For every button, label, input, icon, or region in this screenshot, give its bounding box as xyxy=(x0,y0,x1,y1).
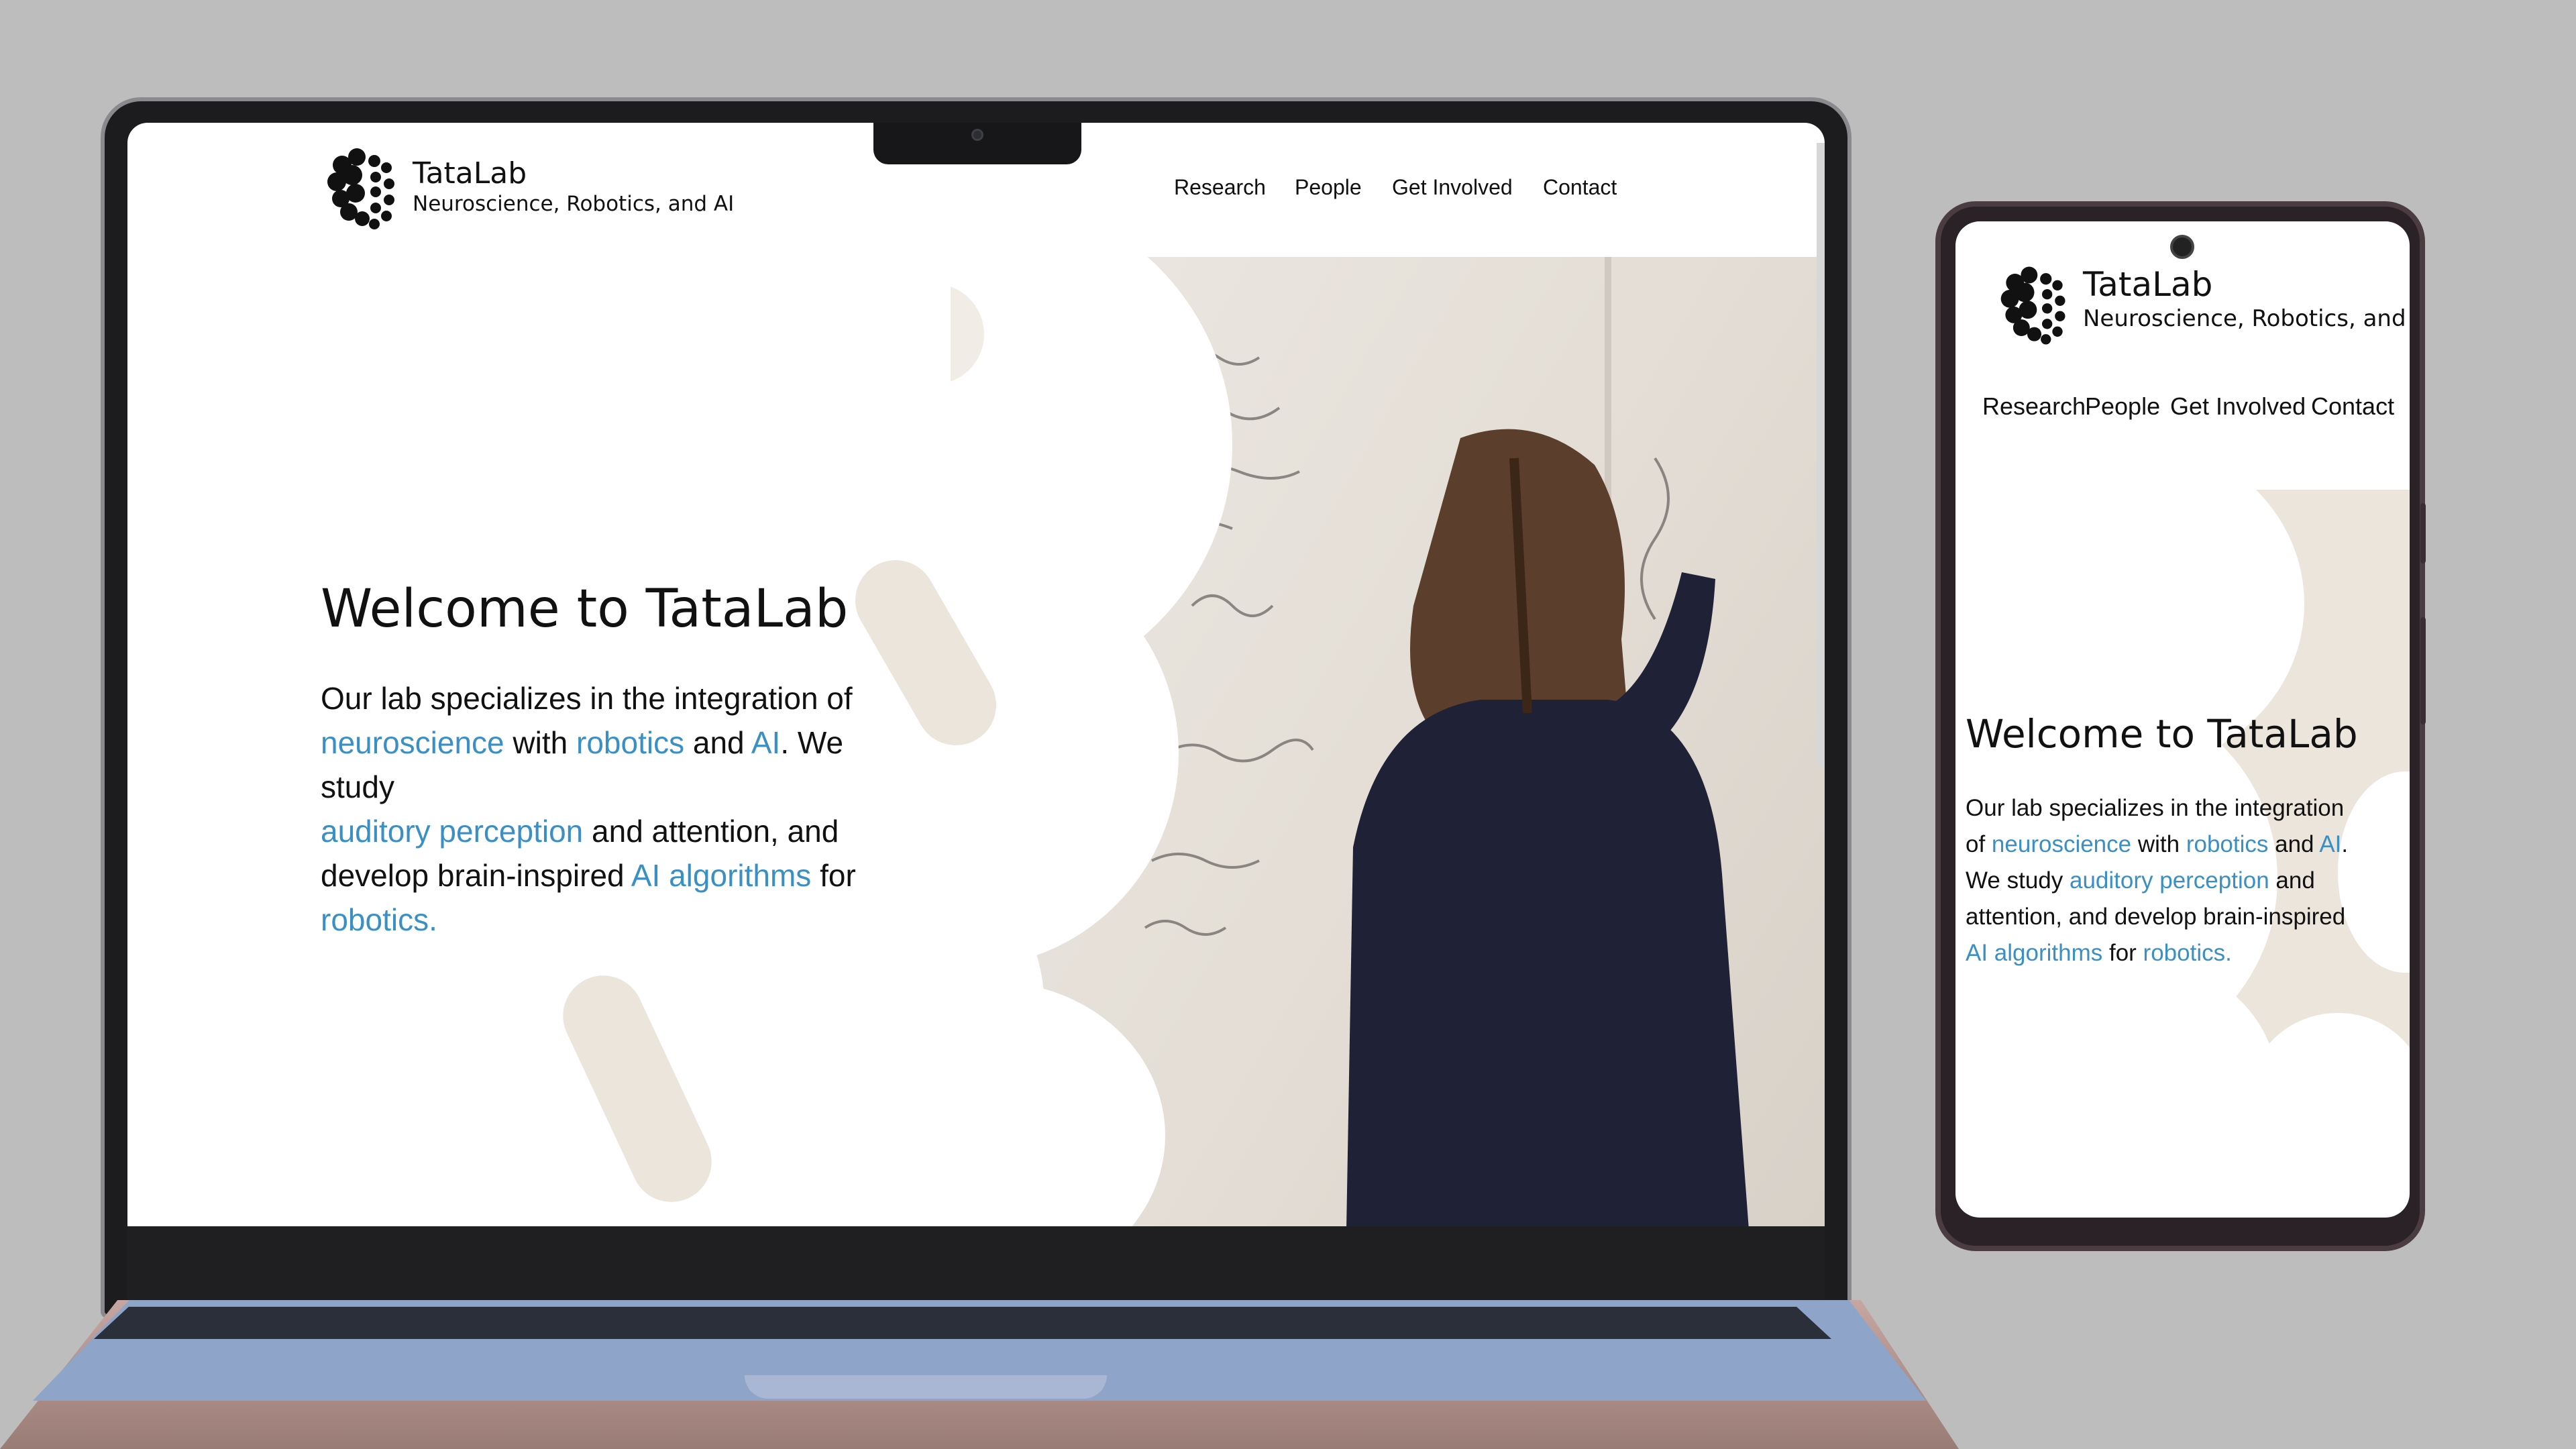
link-ai[interactable]: AI xyxy=(751,725,780,760)
link-auditory-perception[interactable]: auditory perception xyxy=(321,814,583,849)
hero-text: We study xyxy=(1966,867,2070,894)
link-robotics-end[interactable]: robotics. xyxy=(321,902,437,937)
person-photo xyxy=(1346,429,1749,1226)
brand-subtitle: Neuroscience, Robotics, and AI xyxy=(413,192,735,216)
link-ai-algorithms[interactable]: AI algorithms xyxy=(631,858,811,893)
hero-text: and xyxy=(684,725,751,760)
hero-paragraph: Our lab specializes in the integration o… xyxy=(321,676,924,942)
hero-text: develop brain-inspired xyxy=(321,858,631,893)
keyboard xyxy=(94,1307,1831,1339)
link-auditory-perception[interactable]: auditory perception xyxy=(2070,867,2269,894)
nav-get-involved[interactable]: Get Involved xyxy=(1392,175,1513,200)
hero-text: and xyxy=(2269,867,2315,894)
nav-people[interactable]: People xyxy=(1295,175,1362,200)
hero-text: and attention, and xyxy=(583,814,839,849)
brand-title[interactable]: TataLab xyxy=(2083,265,2212,304)
scrollbar[interactable] xyxy=(1817,143,1825,767)
hero-text: . xyxy=(2341,831,2349,857)
brain-logo-icon[interactable] xyxy=(322,145,402,232)
link-ai-algorithms[interactable]: AI algorithms xyxy=(1966,940,2102,966)
hero-text: Our lab specializes in the integration o… xyxy=(321,681,853,716)
phone-button xyxy=(2420,503,2426,564)
hero-image xyxy=(951,257,1825,1226)
hero-text: for xyxy=(2102,940,2143,966)
hero-text: and xyxy=(2268,831,2320,857)
camera-icon xyxy=(971,129,983,141)
hero-text: of xyxy=(1966,831,1992,857)
laptop-screen: TataLab Neuroscience, Robotics, and AI R… xyxy=(127,123,1825,1226)
brand-subtitle: Neuroscience, Robotics, and AI xyxy=(2083,305,2410,332)
nav-contact[interactable]: Contact xyxy=(2311,392,2394,421)
laptop-bezel xyxy=(127,1226,1825,1300)
nav-research[interactable]: Research xyxy=(1982,392,2086,421)
hero-text: attention, and develop brain-inspired xyxy=(1966,904,2346,930)
decor-shape xyxy=(549,962,725,1216)
nav-people[interactable]: People xyxy=(2085,392,2160,421)
link-neuroscience[interactable]: neuroscience xyxy=(321,725,504,760)
camera-icon xyxy=(2170,235,2194,259)
phone-screen: TataLab Neuroscience, Robotics, and AI R… xyxy=(1955,221,2410,1218)
brand-title[interactable]: TataLab xyxy=(413,156,527,191)
nav-contact[interactable]: Contact xyxy=(1543,175,1617,200)
link-ai[interactable]: AI xyxy=(2319,831,2341,857)
link-robotics-end[interactable]: robotics. xyxy=(2143,940,2232,966)
hero-text: Our lab specializes in the integration xyxy=(1966,795,2345,821)
link-robotics[interactable]: robotics xyxy=(576,725,684,760)
nav-get-involved[interactable]: Get Involved xyxy=(2170,392,2306,421)
brain-logo-icon[interactable] xyxy=(1996,255,2073,356)
nav-research[interactable]: Research xyxy=(1174,175,1266,200)
hero-text: for xyxy=(811,858,856,893)
link-neuroscience[interactable]: neuroscience xyxy=(1992,831,2131,857)
hero-title: Welcome to TataLab xyxy=(1966,711,2358,757)
hero-title: Welcome to TataLab xyxy=(321,579,849,639)
hero-text: with xyxy=(2131,831,2186,857)
phone-button xyxy=(2420,617,2426,724)
hero-text: with xyxy=(504,725,576,760)
link-robotics[interactable]: robotics xyxy=(2186,831,2269,857)
trackpad-edge xyxy=(745,1375,1107,1399)
hero-paragraph: Our lab specializes in the integration o… xyxy=(1966,790,2368,971)
